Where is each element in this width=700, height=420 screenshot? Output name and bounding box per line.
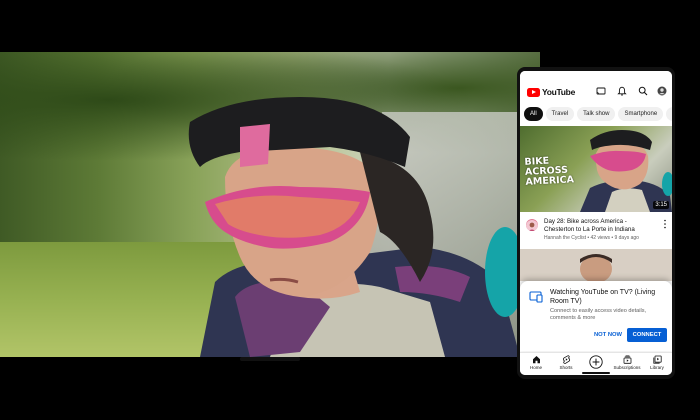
youtube-logo-text: YouTube (542, 87, 575, 97)
nav-subscriptions[interactable]: Subscriptions (612, 355, 642, 370)
video-thumbnail[interactable]: BIKE ACROSS AMERICA 3:15 (520, 126, 672, 212)
next-thumbnail-image (520, 249, 672, 283)
video-title[interactable]: Day 28: Bike across America - Chesterton… (544, 218, 656, 234)
cyclist-video-frame (188, 97, 525, 357)
cast-prompt-title: Watching YouTube on TV? (Living Room TV) (550, 289, 656, 305)
channel-avatar[interactable] (526, 219, 538, 231)
chip-all[interactable]: All (524, 107, 543, 121)
tv-connect-icon (529, 291, 543, 303)
nav-library-label: Library (650, 365, 664, 370)
account-avatar-icon[interactable] (657, 86, 667, 96)
chip-travel[interactable]: Travel (545, 107, 575, 121)
channel-avatar-image (526, 220, 538, 231)
shorts-icon (562, 355, 570, 364)
filter-chips: All Travel Talk show Smartphone An (524, 107, 672, 123)
youtube-logo[interactable]: YouTube (527, 87, 575, 97)
video-duration-badge: 3:15 (653, 201, 669, 209)
chip-smartphone[interactable]: Smartphone (618, 107, 664, 121)
nav-home[interactable]: Home (521, 355, 551, 370)
next-video-thumbnail-peek (520, 249, 672, 283)
cast-icon[interactable] (596, 86, 606, 96)
phone: YouTube All Travel Talk show Smartphone … (517, 67, 675, 379)
nav-shorts-label: Shorts (559, 365, 573, 370)
subscriptions-icon (623, 355, 631, 364)
nav-home-label: Home (529, 365, 542, 370)
tv-stand (240, 357, 300, 361)
notifications-bell-icon[interactable] (617, 86, 627, 96)
create-icon (589, 355, 603, 369)
thumbnail-title-text: BIKE ACROSS AMERICA (524, 155, 575, 188)
not-now-button[interactable]: NOT NOW (588, 329, 628, 341)
status-bar (520, 71, 672, 80)
search-icon[interactable] (638, 86, 648, 96)
nav-library[interactable]: Library (642, 355, 672, 370)
tv-video-player (0, 52, 540, 357)
chip-partial[interactable]: An (666, 107, 672, 121)
library-icon (652, 355, 662, 364)
nav-create[interactable] (581, 355, 611, 369)
connect-button[interactable]: CONNECT (627, 328, 667, 342)
youtube-app-screen: YouTube All Travel Talk show Smartphone … (520, 71, 672, 375)
nav-subscriptions-label: Subscriptions (613, 365, 641, 370)
app-header: YouTube (520, 83, 672, 101)
more-options-icon[interactable] (663, 219, 667, 229)
home-icon (532, 356, 540, 364)
cast-prompt-body: Connect to easily access video details, … (550, 308, 647, 321)
cast-connect-prompt: Watching YouTube on TV? (Living Room TV)… (520, 281, 672, 351)
nav-shorts[interactable]: Shorts (551, 355, 581, 370)
chip-talk-show[interactable]: Talk show (577, 107, 616, 121)
youtube-play-logo-icon (527, 87, 540, 97)
home-indicator (582, 372, 610, 374)
video-meta: Hannah the Cyclist • 42 views • 9 days a… (544, 235, 639, 241)
